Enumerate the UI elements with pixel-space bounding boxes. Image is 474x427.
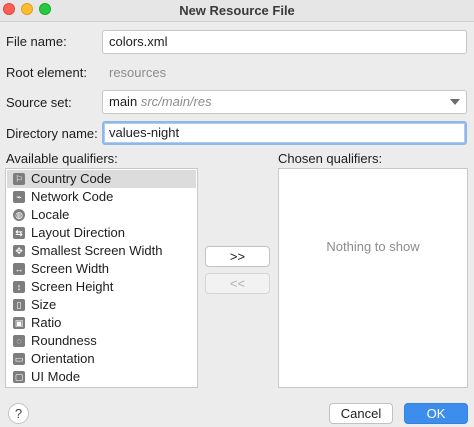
list-item-locale[interactable]: ◍ Locale — [7, 206, 196, 224]
list-item-label: Layout Direction — [31, 225, 125, 240]
source-set-value: main — [109, 94, 138, 109]
help-button[interactable]: ? — [8, 403, 29, 424]
file-name-input[interactable]: colors.xml — [102, 30, 467, 54]
network-code-icon: ⌁ — [13, 191, 25, 203]
cancel-button[interactable]: Cancel — [329, 403, 393, 424]
list-item-screen-width[interactable]: ↔ Screen Width — [7, 260, 196, 278]
title-bar: New Resource File — [0, 0, 474, 22]
layout-direction-icon: ⇆ — [13, 227, 25, 239]
remove-qualifier-button[interactable]: << — [205, 273, 270, 294]
list-item-label: Roundness — [31, 333, 97, 348]
list-item-smallest-screen-width[interactable]: ✥ Smallest Screen Width — [7, 242, 196, 260]
list-item-roundness[interactable]: ◌ Roundness — [7, 332, 196, 350]
source-set-select[interactable]: main src/main/res — [102, 90, 467, 114]
available-qualifiers-list[interactable]: ⚐ Country Code ⌁ Network Code ◍ Locale ⇆… — [5, 168, 198, 388]
add-qualifier-button[interactable]: >> — [205, 246, 270, 267]
country-code-icon: ⚐ — [13, 173, 25, 185]
orientation-icon: ▭ — [13, 353, 25, 365]
ok-button[interactable]: OK — [404, 403, 468, 424]
directory-name-input[interactable]: values-night — [102, 121, 467, 145]
list-item-size[interactable]: ▯ Size — [7, 296, 196, 314]
list-item-orientation[interactable]: ▭ Orientation — [7, 350, 196, 368]
ratio-icon: ▣ — [13, 317, 25, 329]
list-item-label: Size — [31, 297, 57, 312]
list-item-label: Screen Height — [31, 279, 114, 294]
window-title: New Resource File — [179, 3, 295, 18]
list-item-label: Smallest Screen Width — [31, 243, 163, 258]
source-set-path: src/main/res — [140, 94, 212, 109]
root-element-label: Root element: — [6, 65, 87, 80]
smallest-width-icon: ✥ — [13, 245, 25, 257]
ui-mode-icon: ▢ — [13, 371, 25, 383]
list-item-label: Country Code — [31, 171, 112, 186]
globe-icon: ◍ — [13, 209, 25, 221]
list-item-label: Ratio — [31, 315, 62, 330]
available-qualifiers-label: Available qualifiers: — [6, 151, 118, 166]
source-set-label: Source set: — [6, 95, 72, 110]
empty-state-text: Nothing to show — [326, 239, 420, 254]
list-item-label: UI Mode — [31, 369, 81, 384]
screen-width-icon: ↔ — [13, 263, 25, 275]
file-name-label: File name: — [6, 34, 67, 49]
list-item-country-code[interactable]: ⚐ Country Code — [7, 170, 196, 188]
directory-name-label: Directory name: — [6, 126, 98, 141]
screen-height-icon: ↕ — [13, 281, 25, 293]
list-item-layout-direction[interactable]: ⇆ Layout Direction — [7, 224, 196, 242]
list-item-screen-height[interactable]: ↕ Screen Height — [7, 278, 196, 296]
list-item-ratio[interactable]: ▣ Ratio — [7, 314, 196, 332]
root-element-input: resources — [102, 61, 467, 85]
list-item-network-code[interactable]: ⌁ Network Code — [7, 188, 196, 206]
chevron-down-icon[interactable] — [450, 99, 460, 105]
chosen-qualifiers-label: Chosen qualifiers: — [278, 151, 383, 166]
list-item-label: Orientation — [31, 351, 95, 366]
list-item-label: Network Code — [31, 189, 114, 204]
list-item-label: Locale — [31, 207, 70, 222]
size-icon: ▯ — [13, 299, 25, 311]
list-item-label: Screen Width — [31, 261, 110, 276]
chosen-qualifiers-list[interactable]: Nothing to show — [278, 168, 468, 388]
list-item-ui-mode[interactable]: ▢ UI Mode — [7, 368, 196, 386]
roundness-icon: ◌ — [13, 335, 25, 347]
